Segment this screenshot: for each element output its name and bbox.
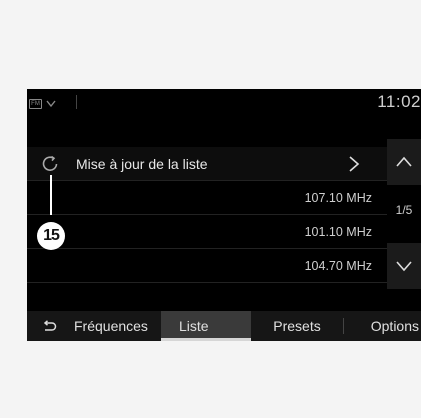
chevron-right-icon [349,156,360,172]
station-frequency: 104.70 MHz [304,259,372,273]
list-item[interactable]: 107.10 MHz [27,181,387,215]
scroll-up-button[interactable] [387,139,421,185]
update-list-row[interactable]: Mise à jour de la liste [27,147,387,181]
source-selector[interactable]: FM [29,95,56,113]
scroll-down-button[interactable] [387,243,421,289]
refresh-icon [42,155,58,171]
clock: 11:02 [377,92,421,111]
bottom-tab-bar: Fréquences Liste Presets Options [27,311,421,341]
callout-line [50,175,52,215]
list-pager: 1/5 [387,139,421,289]
station-list: Mise à jour de la liste 107.10 MHz 101.1… [27,147,387,297]
list-item[interactable]: 104.70 MHz [27,249,387,283]
tab-liste[interactable]: Liste [161,311,251,341]
tab-frequences[interactable]: Fréquences [71,311,161,341]
page-indicator: 1/5 [395,203,413,217]
station-frequency: 101.10 MHz [304,225,372,239]
back-button[interactable] [27,311,71,341]
fm-radio-icon: FM [29,99,42,109]
chevron-down-icon [46,100,56,108]
status-bar: FM 11:02 [27,89,421,119]
back-arrow-icon [43,320,57,331]
chevron-up-icon [396,156,412,167]
station-frequency: 107.10 MHz [304,191,372,205]
tab-presets[interactable]: Presets [251,311,343,341]
status-divider [76,95,77,109]
list-item[interactable]: 101.10 MHz [27,215,387,249]
infotainment-screen: FM 11:02 Mise à jour de la liste 107.10 … [27,89,421,341]
callout-badge: 15 [37,222,65,250]
update-list-label: Mise à jour de la liste [76,156,208,172]
tab-options[interactable]: Options [344,311,421,341]
chevron-down-icon [396,261,412,272]
